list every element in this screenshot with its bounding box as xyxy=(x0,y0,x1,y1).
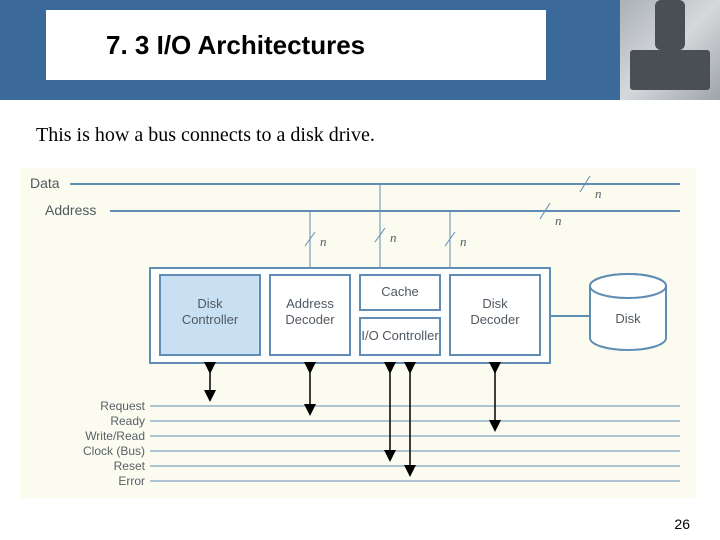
disk-controller-label-1: Disk xyxy=(197,296,223,311)
page-title: 7. 3 I/O Architectures xyxy=(106,30,365,61)
signal-error: Error xyxy=(118,474,145,488)
bus-width-n-1: n xyxy=(595,186,602,201)
disk-label: Disk xyxy=(615,311,641,326)
header-decorative-photo xyxy=(620,0,720,100)
bus-width-n-3: n xyxy=(320,234,327,249)
page-number: 26 xyxy=(674,516,690,532)
address-decoder-label-2: Decoder xyxy=(285,312,335,327)
bus-width-n-2: n xyxy=(555,213,562,228)
signal-clock-bus: Clock (Bus) xyxy=(83,444,145,458)
address-decoder-label-1: Address xyxy=(286,296,334,311)
signal-write-read: Write/Read xyxy=(85,429,145,443)
control-signals: Request Ready Write/Read Clock (Bus) Res… xyxy=(83,399,680,488)
signal-ready: Ready xyxy=(110,414,145,428)
disk-decoder-label-1: Disk xyxy=(482,296,508,311)
bus-diagram: Data Address n n n n n Disk Controller A… xyxy=(20,168,696,498)
bus-width-n-5: n xyxy=(460,234,467,249)
slide-caption: This is how a bus connects to a disk dri… xyxy=(36,124,375,147)
disk-controller-label-2: Controller xyxy=(182,312,239,327)
title-block: 7. 3 I/O Architectures xyxy=(46,10,546,80)
io-controller-label: I/O Controller xyxy=(361,328,439,343)
cache-label: Cache xyxy=(381,284,419,299)
signal-request: Request xyxy=(100,399,145,413)
disk-decoder-label-2: Decoder xyxy=(470,312,520,327)
signal-reset: Reset xyxy=(114,459,146,473)
address-bus-label: Address xyxy=(45,202,96,218)
bus-width-n-4: n xyxy=(390,230,397,245)
data-bus-label: Data xyxy=(30,175,60,191)
